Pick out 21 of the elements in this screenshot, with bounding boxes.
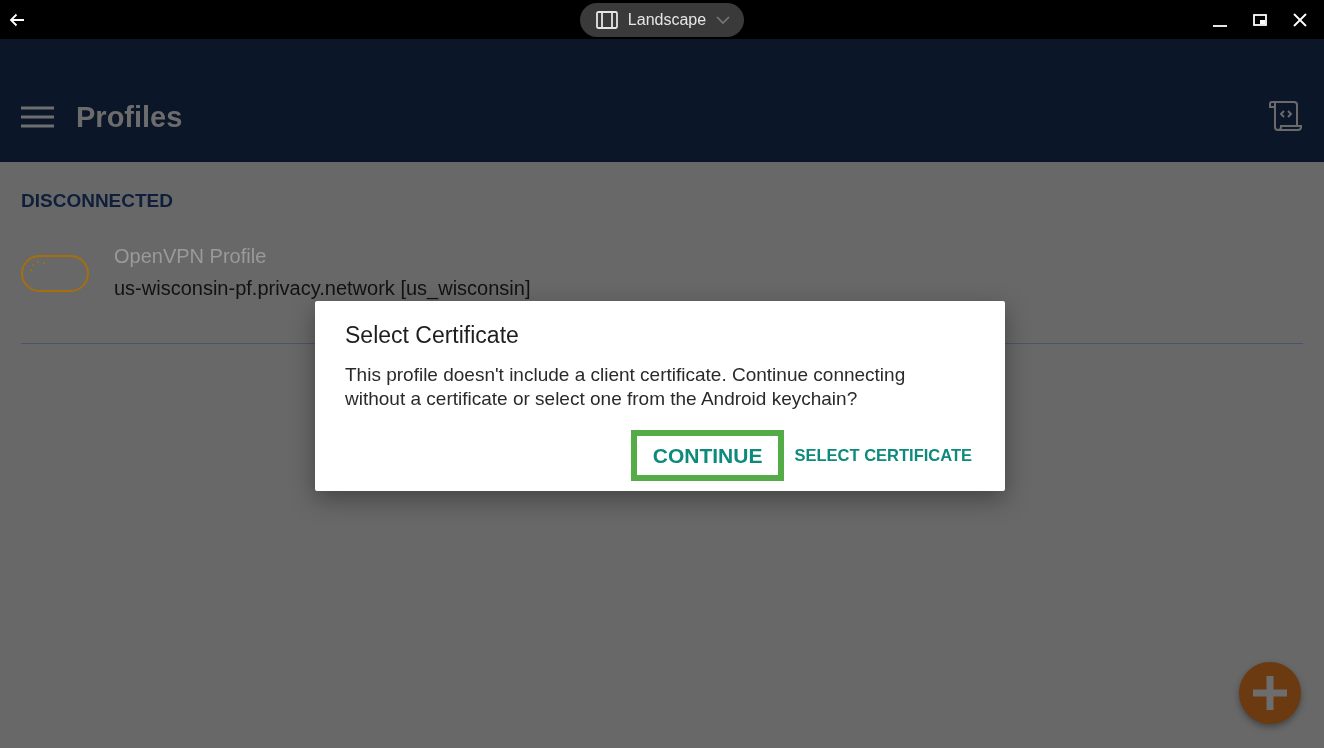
section-header: DISCONNECTED xyxy=(21,190,173,212)
plus-icon xyxy=(1253,676,1287,710)
connection-toggle[interactable] xyxy=(21,255,89,292)
menu-button[interactable] xyxy=(21,105,54,128)
close-icon xyxy=(1293,12,1307,27)
restore-window-icon xyxy=(1253,13,1267,26)
menu-icon xyxy=(21,105,54,128)
minimize-icon xyxy=(1213,24,1227,27)
continue-button[interactable]: CONTINUE xyxy=(630,430,785,481)
select-certificate-button[interactable]: SELECT CERTIFICATE xyxy=(790,430,976,481)
spinner-dots-icon xyxy=(30,261,45,271)
landscape-icon xyxy=(595,10,618,29)
dialog-title: Select Certificate xyxy=(345,321,519,349)
dialog-message: This profile doesn't include a client certificate. Continue connecting without a certificate or select one from the Android keychain? xyxy=(345,363,907,411)
orientation-dropdown[interactable]: Landscape xyxy=(579,2,745,37)
import-script-button[interactable] xyxy=(1269,101,1302,132)
chevron-down-icon xyxy=(716,15,731,24)
back-arrow-icon xyxy=(9,12,25,27)
code-scroll-icon xyxy=(1269,101,1302,132)
app-bar-title: Profiles xyxy=(76,99,183,134)
profile-name[interactable]: us-wisconsin-pf.privacy.network [us_wisconsin] xyxy=(114,276,531,300)
